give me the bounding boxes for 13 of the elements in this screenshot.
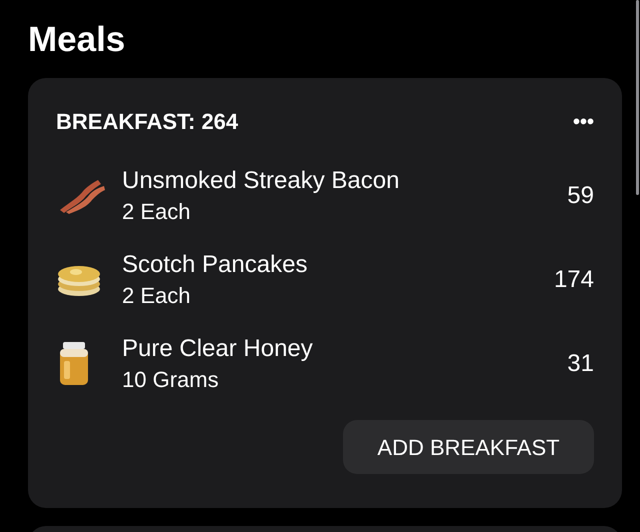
add-breakfast-button[interactable]: ADD BREAKFAST [343,420,594,474]
food-calories: 59 [567,181,594,211]
food-name: Scotch Pancakes [122,250,308,280]
food-amount: 10 Grams [122,366,220,394]
food-amount: 2 Each [122,282,192,310]
food-name: Pure Clear Honey [122,334,314,364]
food-amount: 2 Each [122,198,192,226]
meal-header: BREAKFAST: 264 [56,108,238,136]
page-title: Meals [28,19,126,61]
food-calories: 31 [567,349,594,379]
food-name: Unsmoked Streaky Bacon [122,166,400,196]
food-calories: 174 [554,265,594,295]
more-button[interactable]: ••• [572,108,594,136]
